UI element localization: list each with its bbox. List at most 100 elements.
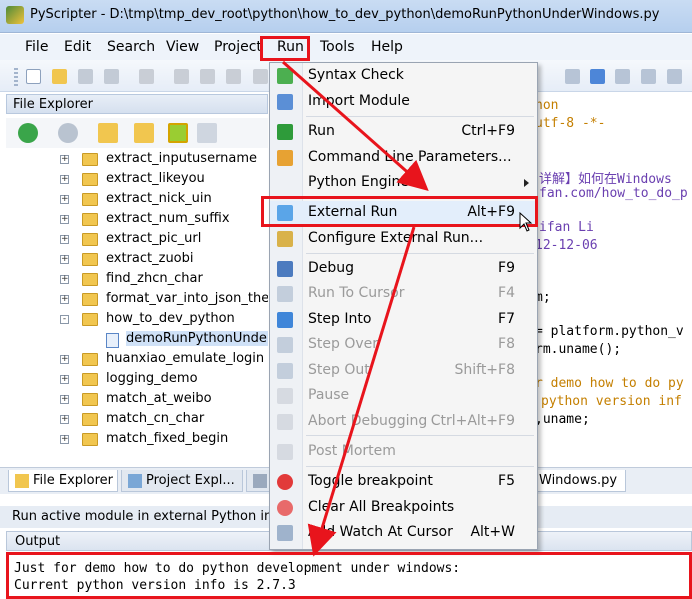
tree-item-label: extract_pic_url — [106, 231, 202, 246]
menu-help[interactable]: Help — [371, 39, 403, 55]
tree-item[interactable]: + extract_likeyou — [6, 170, 268, 190]
configure-icon — [277, 231, 293, 247]
menu-item-configure-external-run[interactable]: Configure External Run... — [270, 227, 537, 251]
expand-icon[interactable]: + — [60, 175, 69, 184]
expand-icon[interactable]: + — [60, 255, 69, 264]
tree-item[interactable]: - how_to_dev_python — [6, 310, 268, 330]
menu-file[interactable]: File — [25, 39, 48, 55]
tree-item[interactable]: + extract_nick_uin — [6, 190, 268, 210]
parent-folder-icon[interactable] — [98, 123, 118, 143]
expand-icon[interactable]: + — [60, 195, 69, 204]
tree-item[interactable]: + format_var_into_json_then — [6, 290, 268, 310]
file-explorer-toolbar — [6, 118, 268, 148]
menu-search[interactable]: Search — [107, 39, 155, 55]
menu-item-post-mortem[interactable]: Post Mortem — [270, 440, 537, 464]
tree-item-label: how_to_dev_python — [106, 311, 235, 326]
new-file-icon[interactable] — [26, 69, 41, 84]
folder-icon — [82, 413, 98, 426]
collapse-icon[interactable]: - — [60, 315, 69, 324]
save-icon[interactable] — [78, 69, 93, 84]
expand-icon[interactable]: + — [60, 235, 69, 244]
expand-icon[interactable]: + — [60, 395, 69, 404]
menu-item-clear-all-breakpoints[interactable]: Clear All Breakpoints — [270, 496, 537, 520]
tab-file-explorer[interactable]: File Explorer — [8, 470, 118, 492]
browse-folder-icon[interactable] — [134, 123, 154, 143]
tree-item[interactable]: + extract_num_suffix — [6, 210, 268, 230]
menu-tools[interactable]: Tools — [320, 39, 355, 55]
window-title: PyScripter - D:\tmp\tmp_dev_root\python\… — [30, 7, 660, 22]
menu-item-label: Abort Debugging — [308, 413, 428, 429]
tree-item[interactable]: + extract_zuobi — [6, 250, 268, 270]
step-icon[interactable] — [565, 69, 580, 84]
tree-item[interactable]: + match_fixed_begin — [6, 430, 268, 446]
expand-icon[interactable]: + — [60, 355, 69, 364]
folder-icon — [82, 293, 98, 306]
expand-icon[interactable]: + — [60, 435, 69, 444]
expand-icon[interactable]: + — [60, 415, 69, 424]
tree-item[interactable]: + find_zhcn_char — [6, 270, 268, 290]
toolbar-grip[interactable] — [14, 68, 18, 86]
folder-icon — [82, 273, 98, 286]
pause-toolbar-icon[interactable] — [667, 69, 682, 84]
menu-item-toggle-breakpoint[interactable]: Toggle breakpoint F5 — [270, 470, 537, 494]
tree-item[interactable]: + match_cn_char — [6, 410, 268, 430]
menu-item-shortcut: F4 — [498, 285, 515, 301]
menu-item-shortcut: F9 — [498, 260, 515, 276]
back-arrow-icon[interactable] — [18, 123, 38, 143]
menu-item-abort-debugging[interactable]: Abort Debugging Ctrl+Alt+F9 — [270, 410, 537, 434]
menu-item-shortcut: Shift+F8 — [454, 362, 515, 378]
forward-arrow-icon[interactable] — [58, 123, 78, 143]
open-folder-icon[interactable] — [52, 69, 67, 84]
code-line: python version inf — [541, 394, 682, 409]
expand-icon[interactable]: + — [60, 155, 69, 164]
menu-item-step-out[interactable]: Step Out Shift+F8 — [270, 359, 537, 383]
title-bar: PyScripter - D:\tmp\tmp_dev_root\python\… — [0, 0, 692, 33]
expand-icon[interactable]: + — [60, 295, 69, 304]
tree-item-selected[interactable]: demoRunPythonUnder — [6, 330, 268, 350]
menu-item-debug[interactable]: Debug F9 — [270, 257, 537, 281]
expand-icon[interactable]: + — [60, 375, 69, 384]
tree-item[interactable]: + huanxiao_emulate_login — [6, 350, 268, 370]
expand-icon[interactable]: + — [60, 275, 69, 284]
menu-item-step-over[interactable]: Step Over F8 — [270, 333, 537, 357]
undo-icon[interactable] — [253, 69, 268, 84]
menu-item-import-module[interactable]: Import Module — [270, 90, 537, 114]
tree-item[interactable]: + logging_demo — [6, 370, 268, 390]
menu-item-add-watch-at-cursor[interactable]: Add Watch At Cursor Alt+W — [270, 521, 537, 545]
menu-item-label: Add Watch At Cursor — [308, 524, 453, 540]
menu-item-run[interactable]: Run Ctrl+F9 — [270, 120, 537, 144]
paste-icon[interactable] — [226, 69, 241, 84]
tab-label: File Explorer — [33, 473, 114, 488]
tree-item[interactable]: + extract_pic_url — [6, 230, 268, 250]
menu-view[interactable]: View — [166, 39, 199, 55]
favorites-icon[interactable] — [197, 123, 217, 143]
menu-project[interactable]: Project — [214, 39, 262, 55]
tree-item[interactable]: + extract_inputusername — [6, 150, 268, 170]
print-icon[interactable] — [139, 69, 154, 84]
menu-item-shortcut: F5 — [498, 473, 515, 489]
submenu-arrow-icon — [524, 179, 529, 187]
menu-item-syntax-check[interactable]: Syntax Check — [270, 64, 537, 88]
menu-item-pause[interactable]: Pause — [270, 384, 537, 408]
menu-item-label: Pause — [308, 387, 350, 403]
step-out-toolbar-icon[interactable] — [641, 69, 656, 84]
filter-icon[interactable] — [168, 123, 188, 143]
step-over-toolbar-icon[interactable] — [615, 69, 630, 84]
code-line: 12-12-06 — [535, 238, 598, 253]
menu-item-step-into[interactable]: Step Into F7 — [270, 308, 537, 332]
menu-item-run-to-cursor[interactable]: Run To Cursor F4 — [270, 282, 537, 306]
folder-icon — [82, 393, 98, 406]
copy-icon[interactable] — [200, 69, 215, 84]
check-icon — [277, 68, 293, 84]
menu-item-command-line-parameters[interactable]: Command Line Parameters... — [270, 146, 537, 170]
save-all-icon[interactable] — [104, 69, 119, 84]
tree-item[interactable]: + match_at_weibo — [6, 390, 268, 410]
menu-edit[interactable]: Edit — [64, 39, 91, 55]
step-into-toolbar-icon[interactable] — [590, 69, 605, 84]
cut-icon[interactable] — [174, 69, 189, 84]
menu-item-python-engine[interactable]: Python Engine — [270, 171, 537, 195]
expand-icon[interactable]: + — [60, 215, 69, 224]
menu-separator — [306, 466, 534, 467]
tab-project-explorer[interactable]: Project Expl... — [121, 470, 243, 492]
tab-editor-file[interactable]: Windows.py — [536, 470, 626, 492]
